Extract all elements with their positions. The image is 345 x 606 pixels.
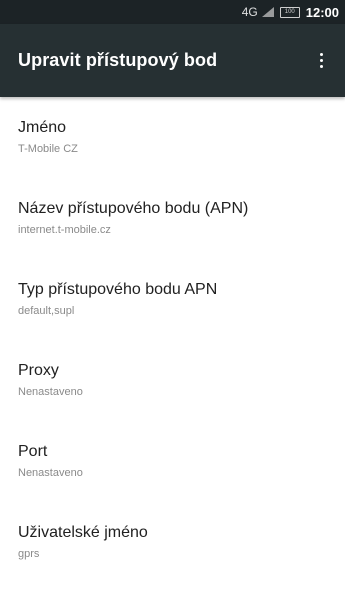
setting-label: Název přístupového bodu (APN) [18,200,249,217]
setting-label: Port [18,443,48,460]
setting-port[interactable]: Port Nenastaveno [0,421,345,502]
network-indicator: 4G [242,5,258,19]
setting-label: Uživatelské jméno [18,524,148,541]
setting-value: T-Mobile CZ [18,143,78,155]
battery-level: 100 [284,8,295,15]
setting-apn-type[interactable]: Typ přístupového bodu APN default,supl [0,259,345,340]
setting-label: Jméno [18,119,67,136]
setting-proxy[interactable]: Proxy Nenastaveno [0,340,345,421]
battery-icon: 100 [279,6,300,18]
settings-list: Jméno T-Mobile CZ Název přístupového bod… [0,97,345,583]
setting-value: default,supl [18,305,75,317]
app-toolbar: Upravit přístupový bod [0,24,345,97]
setting-label: Typ přístupového bodu APN [18,281,218,298]
clock: 12:00 [305,4,339,20]
setting-apn[interactable]: Název přístupového bodu (APN) internet.t… [0,178,345,259]
signal-icon [261,7,274,17]
page-title: Upravit přístupový bod [18,50,218,70]
setting-value: internet.t-mobile.cz [18,224,111,236]
status-bar: 4G 100 12:00 [0,0,345,24]
setting-value: Nenastaveno [18,386,83,398]
phone-screen: 4G 100 12:00 Upravit přístupový bod Jmén… [0,0,345,606]
setting-label: Proxy [18,362,59,379]
setting-value: Nenastaveno [18,467,83,479]
more-vert-icon[interactable] [311,49,331,73]
setting-value: gprs [18,548,40,560]
network-type: 4G [241,5,258,19]
setting-username[interactable]: Uživatelské jméno gprs [0,502,345,583]
setting-name[interactable]: Jméno T-Mobile CZ [0,97,345,178]
